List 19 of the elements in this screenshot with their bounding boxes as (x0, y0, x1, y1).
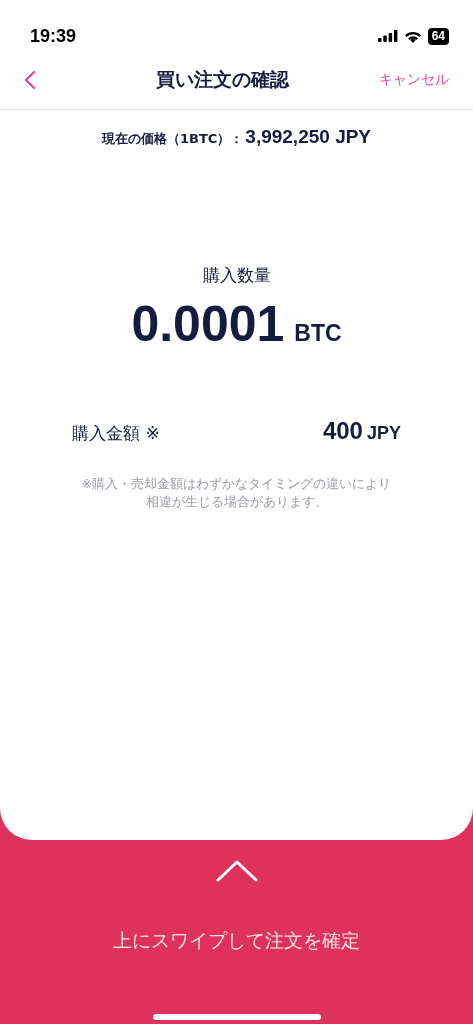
cancel-button[interactable]: キャンセル (379, 70, 449, 89)
status-time: 19:39 (30, 25, 77, 47)
amount-unit: JPY (366, 423, 401, 444)
quantity-label: 購入数量 (202, 264, 271, 287)
page-title: 買い注文の確認 (156, 66, 289, 92)
quantity-unit: BTC (294, 320, 342, 347)
wifi-icon (403, 29, 422, 43)
quantity-value: 0.0001 (131, 295, 285, 353)
chevron-up-icon[interactable] (215, 860, 258, 882)
back-icon (24, 69, 36, 90)
swipe-instruction: 上にスワイプして注文を確定 (113, 928, 360, 953)
price-value: 3,992,250 JPY (245, 126, 372, 148)
amount-label: 購入金額 ※ (72, 422, 160, 445)
signal-icon (377, 30, 398, 42)
back-button[interactable] (24, 69, 36, 90)
battery-level: 64 (427, 27, 449, 45)
price-label: 現在の価格（1BTC）： (101, 130, 244, 148)
price-note: ※購入・売却金額はわずかなタイミングの違いにより相違が生じる場合があります。 (80, 475, 393, 511)
amount-value: 400 (322, 417, 363, 445)
